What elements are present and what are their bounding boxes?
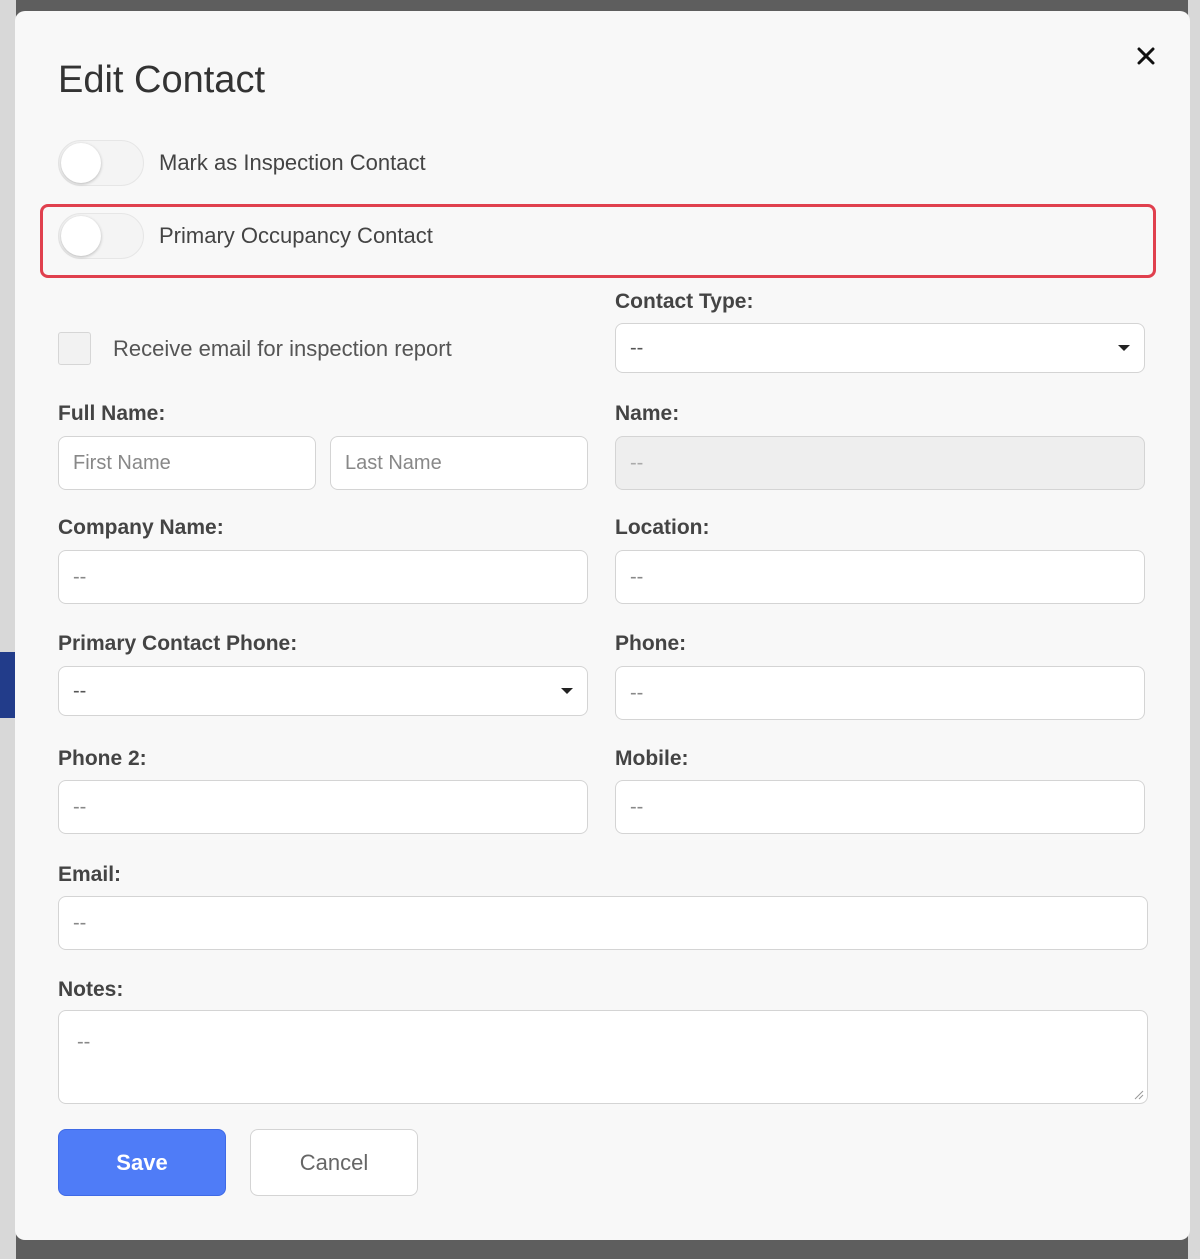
toggle-knob: [61, 143, 101, 183]
location-label: Location:: [615, 516, 710, 539]
phone-label: Phone:: [615, 632, 687, 655]
contact-type-label: Contact Type:: [615, 290, 754, 313]
phone2-input[interactable]: --: [58, 780, 588, 834]
cancel-button[interactable]: Cancel: [250, 1129, 418, 1196]
phone-input[interactable]: --: [615, 666, 1145, 720]
company-name-value: --: [73, 565, 87, 588]
inspection-contact-toggle-row: Mark as Inspection Contact: [58, 140, 426, 186]
location-input[interactable]: --: [615, 550, 1145, 604]
email-report-row: Receive email for inspection report: [58, 332, 452, 365]
primary-contact-phone-select[interactable]: --: [58, 666, 588, 716]
first-name-placeholder: First Name: [73, 451, 171, 474]
primary-contact-phone-label: Primary Contact Phone:: [58, 632, 298, 655]
company-name-input[interactable]: --: [58, 550, 588, 604]
chevron-down-icon: [1118, 345, 1130, 351]
toggle-knob: [61, 216, 101, 256]
location-value: --: [630, 565, 644, 588]
contact-type-value: --: [630, 336, 644, 359]
mobile-label: Mobile:: [615, 747, 689, 770]
last-name-placeholder: Last Name: [345, 451, 442, 474]
email-label: Email:: [58, 863, 122, 886]
primary-occupancy-toggle[interactable]: [58, 213, 144, 259]
name-value: --: [630, 451, 644, 474]
resize-grip-icon[interactable]: [1132, 1088, 1144, 1100]
modal-title: Edit Contact: [58, 59, 265, 101]
notes-value: --: [77, 1031, 91, 1053]
phone2-value: --: [73, 795, 87, 818]
full-name-label: Full Name:: [58, 402, 166, 425]
email-report-label: Receive email for inspection report: [113, 335, 452, 361]
first-name-input[interactable]: First Name: [58, 436, 316, 490]
name-label: Name:: [615, 402, 680, 425]
background-accent-block: [0, 652, 16, 718]
inspection-contact-label: Mark as Inspection Contact: [159, 150, 426, 175]
contact-type-select[interactable]: --: [615, 323, 1145, 373]
mobile-input[interactable]: --: [615, 780, 1145, 834]
email-value: --: [73, 911, 87, 934]
primary-occupancy-label: Primary Occupancy Contact: [159, 223, 433, 248]
chevron-down-icon: [561, 688, 573, 694]
primary-contact-phone-value: --: [73, 679, 87, 702]
inspection-contact-toggle[interactable]: [58, 140, 144, 186]
notes-label: Notes:: [58, 978, 124, 1001]
mobile-value: --: [630, 795, 644, 818]
primary-occupancy-toggle-row: Primary Occupancy Contact: [58, 213, 433, 259]
last-name-input[interactable]: Last Name: [330, 436, 588, 490]
phone2-label: Phone 2:: [58, 747, 147, 770]
email-report-checkbox[interactable]: [58, 332, 91, 365]
close-icon: [1137, 47, 1155, 65]
close-button[interactable]: [1131, 41, 1161, 71]
notes-textarea[interactable]: --: [58, 1010, 1148, 1104]
edit-contact-modal: Edit Contact Mark as Inspection Contact …: [15, 11, 1190, 1240]
company-name-label: Company Name:: [58, 516, 224, 539]
background-page-left: [0, 0, 16, 1259]
phone-value: --: [630, 681, 644, 704]
save-button[interactable]: Save: [58, 1129, 226, 1196]
email-input[interactable]: --: [58, 896, 1148, 950]
name-field: --: [615, 436, 1145, 490]
